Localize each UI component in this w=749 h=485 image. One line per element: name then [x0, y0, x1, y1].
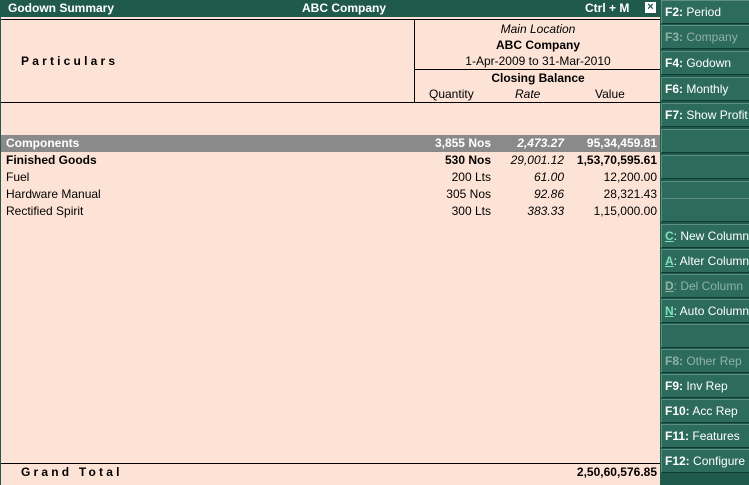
configure-button[interactable]: F12: Configure	[661, 449, 749, 473]
table-row[interactable]: Finished Goods 530 Nos 29,001.12 1,53,70…	[1, 152, 661, 169]
grand-total-label: Grand Total	[21, 465, 123, 479]
quantity-column-header: Quantity	[429, 87, 474, 101]
button-bar: F2: Period F3: Company F4: Godown F6: Mo…	[660, 0, 749, 485]
period-range: 1-Apr-2009 to 31-Mar-2010	[465, 54, 611, 68]
particulars-heading: Particulars	[21, 54, 119, 68]
key-label: F12:	[665, 454, 690, 468]
item-value: 95,34,459.81	[586, 136, 657, 150]
button-label: Company	[686, 30, 738, 44]
key-label: F11:	[665, 429, 690, 443]
button-label: Acc Rep	[692, 404, 738, 418]
empty-button-slot	[661, 155, 749, 179]
key-label: F10:	[665, 404, 690, 418]
title-bar: Godown Summary ABC Company Ctrl + M ×	[0, 0, 660, 17]
item-quantity: 305 Nos	[446, 187, 491, 201]
closing-balance-heading: Closing Balance	[491, 71, 585, 85]
shortcut-label: Ctrl + M	[585, 1, 630, 15]
button-label: : Alter Column	[673, 254, 749, 268]
item-rate: 2,473.27	[517, 136, 564, 150]
item-rate: 61.00	[533, 170, 564, 184]
item-rate: 383.33	[527, 204, 564, 218]
divider	[415, 69, 661, 70]
show-profit-button[interactable]: F7: Show Profit	[661, 103, 749, 127]
del-column-button[interactable]: D: Del Column	[661, 274, 749, 298]
button-label: : New Column	[673, 229, 749, 243]
new-column-button[interactable]: C: New Column	[661, 224, 749, 248]
hotkey-letter: D	[665, 279, 674, 293]
accounts-reports-button[interactable]: F10: Acc Rep	[661, 399, 749, 423]
item-rate: 92.86	[533, 187, 564, 201]
key-label: F7:	[665, 108, 683, 122]
report-area: Particulars Main Location ABC Company 1-…	[0, 17, 661, 485]
button-label: : Auto Column	[673, 304, 749, 318]
button-label: Other Rep	[686, 354, 742, 368]
hotkey-letter: N	[665, 304, 674, 318]
item-name: Fuel	[6, 170, 30, 184]
grand-total-value: 2,50,60,576.85	[576, 465, 657, 479]
empty-button-slot	[661, 198, 749, 222]
button-label: Features	[692, 429, 740, 443]
item-name: Rectified Spirit	[6, 204, 84, 218]
item-quantity: 300 Lts	[451, 204, 491, 218]
key-label: F4:	[665, 56, 683, 70]
company-name: ABC Company	[495, 38, 580, 52]
item-quantity: 3,855 Nos	[434, 136, 491, 150]
item-value: 1,53,70,595.61	[576, 153, 657, 167]
close-icon[interactable]: ×	[645, 2, 656, 13]
empty-button-slot	[661, 324, 749, 348]
godown-button[interactable]: F4: Godown	[661, 51, 749, 75]
key-label: F9:	[665, 379, 683, 393]
item-value: 12,200.00	[603, 170, 657, 184]
divider	[1, 19, 661, 20]
item-name: Hardware Manual	[6, 187, 101, 201]
hotkey-letter: A	[665, 254, 674, 268]
hotkey-letter: C	[665, 229, 674, 243]
item-rate: 29,001.12	[510, 153, 564, 167]
key-label: F8:	[665, 354, 683, 368]
item-quantity: 530 Nos	[444, 153, 491, 167]
report-title: Godown Summary	[8, 1, 115, 15]
period-button[interactable]: F2: Period	[661, 0, 749, 24]
button-label: : Del Column	[673, 279, 744, 293]
button-label: Show Profit	[686, 108, 748, 122]
button-label: Configure	[693, 454, 746, 468]
button-label: Period	[686, 5, 722, 19]
key-label: F6:	[665, 82, 683, 96]
auto-column-button[interactable]: N: Auto Column	[661, 299, 749, 323]
table-row[interactable]: Rectified Spirit 300 Lts 383.33 1,15,000…	[1, 203, 661, 220]
company-title: ABC Company	[302, 1, 387, 15]
key-label: F3:	[665, 30, 683, 44]
table-row[interactable]: Hardware Manual 305 Nos 92.86 28,321.43	[1, 186, 661, 203]
monthly-button[interactable]: F6: Monthly	[661, 77, 749, 101]
item-value: 28,321.43	[603, 187, 657, 201]
empty-button-slot	[661, 129, 749, 153]
other-reports-button[interactable]: F8: Other Rep	[661, 349, 749, 373]
alter-column-button[interactable]: A: Alter Column	[661, 249, 749, 273]
company-button[interactable]: F3: Company	[661, 25, 749, 49]
features-button[interactable]: F11: Features	[661, 424, 749, 448]
key-label: F2:	[665, 5, 683, 19]
button-label: Monthly	[686, 82, 729, 96]
divider	[1, 102, 661, 103]
grand-total-row: Grand Total 2,50,60,576.85	[1, 464, 661, 481]
item-name: Components	[6, 136, 80, 150]
item-name: Finished Goods	[6, 153, 97, 167]
inventory-reports-button[interactable]: F9: Inv Rep	[661, 374, 749, 398]
value-column-header: Value	[595, 87, 625, 101]
item-quantity: 200 Lts	[451, 170, 491, 184]
button-label: Inv Rep	[686, 379, 728, 393]
table-row[interactable]: Components 3,855 Nos 2,473.27 95,34,459.…	[1, 135, 661, 152]
rate-column-header: Rate	[515, 87, 541, 101]
button-label: Godown	[686, 56, 732, 70]
location-name: Main Location	[500, 22, 576, 36]
table-row[interactable]: Fuel 200 Lts 61.00 12,200.00	[1, 169, 661, 186]
item-value: 1,15,000.00	[593, 204, 657, 218]
